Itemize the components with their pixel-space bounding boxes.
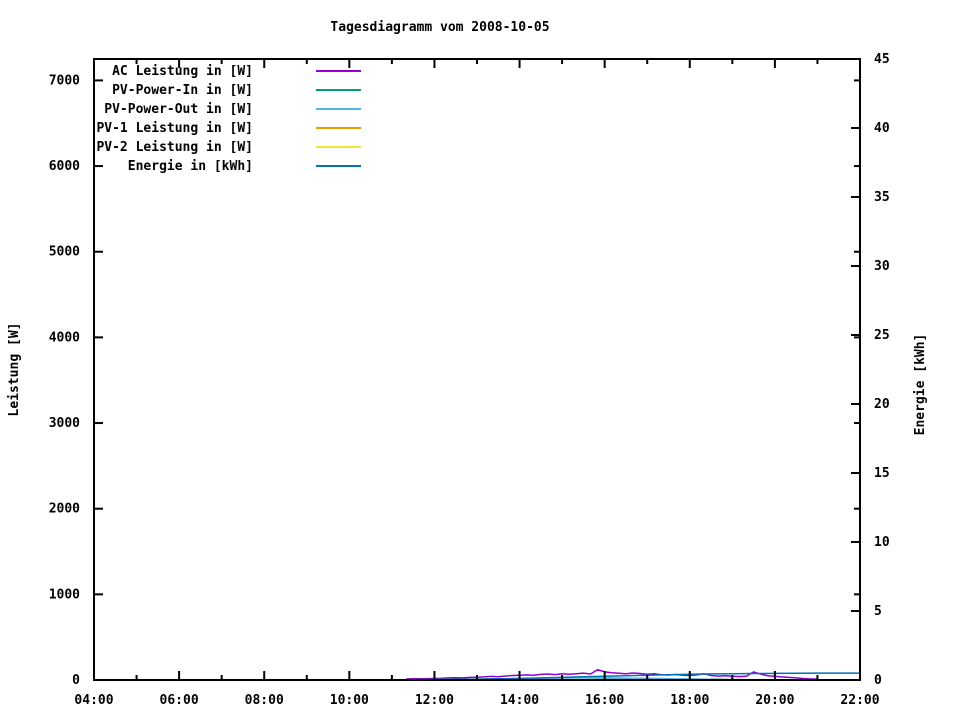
- y-left-tick-label: 3000: [49, 416, 80, 431]
- y-left-tick-label: 7000: [49, 73, 80, 88]
- y-left-tick-label: 1000: [49, 587, 80, 602]
- legend-label-pv-power-out-in-w: PV-Power-Out in [W]: [104, 102, 253, 117]
- legend-label-pv-2-leistung-in-w: PV-2 Leistung in [W]: [96, 140, 253, 155]
- x-tick-label: 22:00: [840, 693, 879, 708]
- y-right-axis-label: Energie [kWh]: [913, 334, 928, 436]
- y-left-tick-label: 4000: [49, 330, 80, 345]
- y-left-axis-label: Leistung [W]: [7, 323, 22, 417]
- legend-label-energie-in-kwh: Energie in [kWh]: [128, 159, 253, 174]
- y-right-tick-label: 25: [874, 328, 890, 343]
- x-tick-label: 18:00: [670, 693, 709, 708]
- legend-label-pv-1-leistung-in-w: PV-1 Leistung in [W]: [96, 121, 253, 136]
- y-right-tick-label: 30: [874, 259, 890, 274]
- y-left-tick-label: 0: [72, 673, 80, 688]
- x-tick-label: 20:00: [755, 693, 794, 708]
- y-right-tick-label: 20: [874, 397, 890, 412]
- y-right-tick-label: 5: [874, 604, 882, 619]
- x-tick-label: 14:00: [500, 693, 539, 708]
- y-right-tick-label: 10: [874, 535, 890, 550]
- y-right-tick-label: 15: [874, 466, 890, 481]
- y-left-tick-label: 2000: [49, 502, 80, 517]
- y-left-tick-label: 5000: [49, 245, 80, 260]
- legend-label-pv-power-in-in-w: PV-Power-In in [W]: [112, 83, 253, 98]
- x-tick-label: 04:00: [74, 693, 113, 708]
- y-right-tick-label: 45: [874, 52, 890, 67]
- x-tick-label: 08:00: [245, 693, 284, 708]
- y-right-tick-label: 35: [874, 190, 890, 205]
- x-tick-label: 06:00: [160, 693, 199, 708]
- chart-canvas: 04:00 06:00 08:00 10:00 12:00 14:00 16:00 18:00…: [0, 0, 960, 720]
- legend-label-ac-leistung-in-w: AC Leistung in [W]: [112, 64, 253, 79]
- y-right-tick-label: 40: [874, 121, 890, 136]
- y-right-tick-label: 0: [874, 673, 882, 688]
- chart-title: Tagesdiagramm vom 2008-10-05: [330, 20, 549, 35]
- tagesdiagramm-chart: 04:00 06:00 08:00 10:00 12:00 14:00 16:00 18:00…: [0, 0, 960, 720]
- y-left-tick-label: 6000: [49, 159, 80, 174]
- x-tick-label: 10:00: [330, 693, 369, 708]
- x-tick-label: 12:00: [415, 693, 454, 708]
- x-tick-label: 16:00: [585, 693, 624, 708]
